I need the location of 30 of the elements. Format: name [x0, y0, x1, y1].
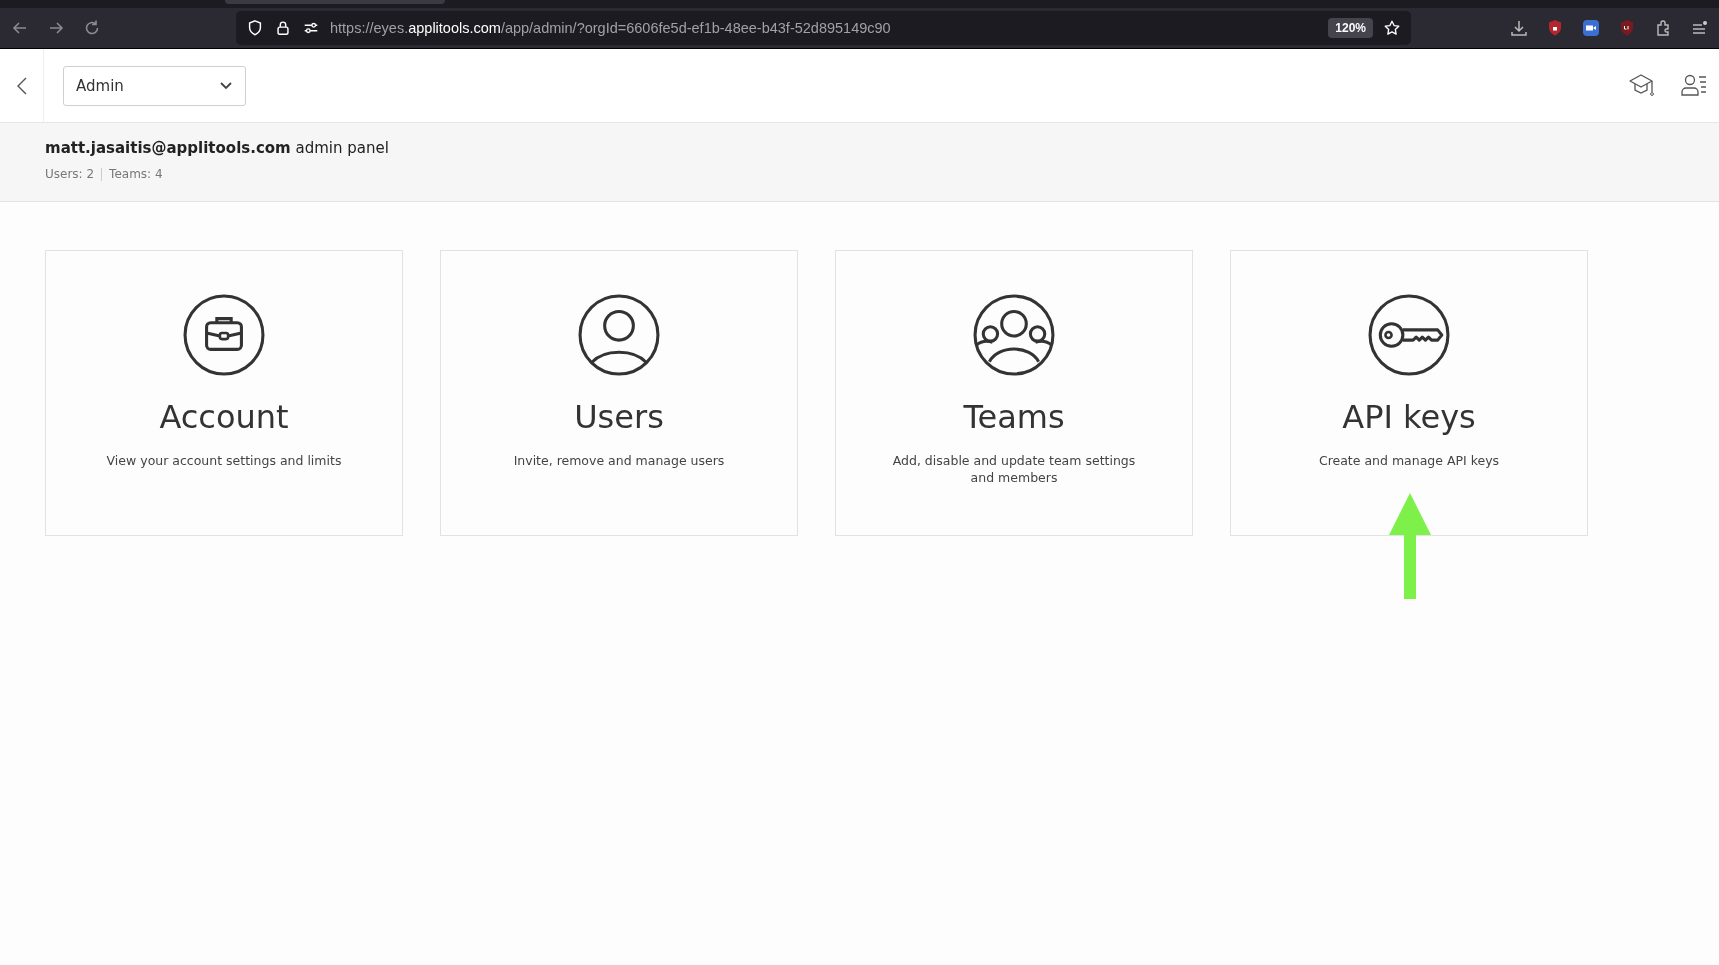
count-label: Users: 2	[45, 167, 95, 181]
card-title: API keys	[1342, 398, 1476, 436]
zoom-level[interactable]: 120%	[1328, 18, 1373, 38]
user-icon	[578, 294, 660, 376]
card-description: Add, disable and update team settings and members	[891, 452, 1137, 486]
admin-card[interactable]: Users Invite, remove and manage users	[440, 250, 798, 536]
url-text: https://eyes.applitools.com/app/admin/?orgId=6606fe5d-ef1b-48ee-b43f-52d895149c90	[330, 20, 892, 36]
card-title: Teams	[963, 398, 1065, 436]
key-icon	[1368, 294, 1450, 376]
group-icon	[973, 294, 1055, 376]
video-camera-icon[interactable]	[1581, 18, 1601, 38]
card-title: Users	[574, 398, 664, 436]
address-bar[interactable]: https://eyes.applitools.com/app/admin/?orgId=6606fe5d-ef1b-48ee-b43f-52d895149c90 120%	[236, 11, 1411, 45]
download-icon[interactable]	[1509, 18, 1529, 38]
view-dropdown[interactable]: Admin	[63, 65, 246, 106]
card-description: View your account settings and limits	[106, 452, 342, 469]
lock-icon	[274, 19, 292, 37]
back-chevron-icon[interactable]	[15, 75, 28, 96]
chevron-down-icon	[219, 80, 233, 91]
admin-panel-title: matt.jasaitis@applitools.com admin panel	[45, 139, 390, 157]
bookmark-star-icon[interactable]	[1383, 19, 1401, 37]
admin-card[interactable]: Teams Add, disable and update team settings and members	[835, 250, 1193, 536]
card-description: Create and manage API keys	[1318, 452, 1500, 469]
briefcase-icon	[183, 294, 265, 376]
admin-card[interactable]: Account View your account settings and limits	[45, 250, 403, 536]
card-description: Invite, remove and manage users	[513, 452, 725, 469]
admin-card[interactable]: API keys Create and manage API keys	[1230, 250, 1588, 536]
shield-icon	[246, 19, 264, 37]
count-label: Teams: 4	[109, 167, 163, 181]
card-title: Account	[159, 398, 289, 436]
